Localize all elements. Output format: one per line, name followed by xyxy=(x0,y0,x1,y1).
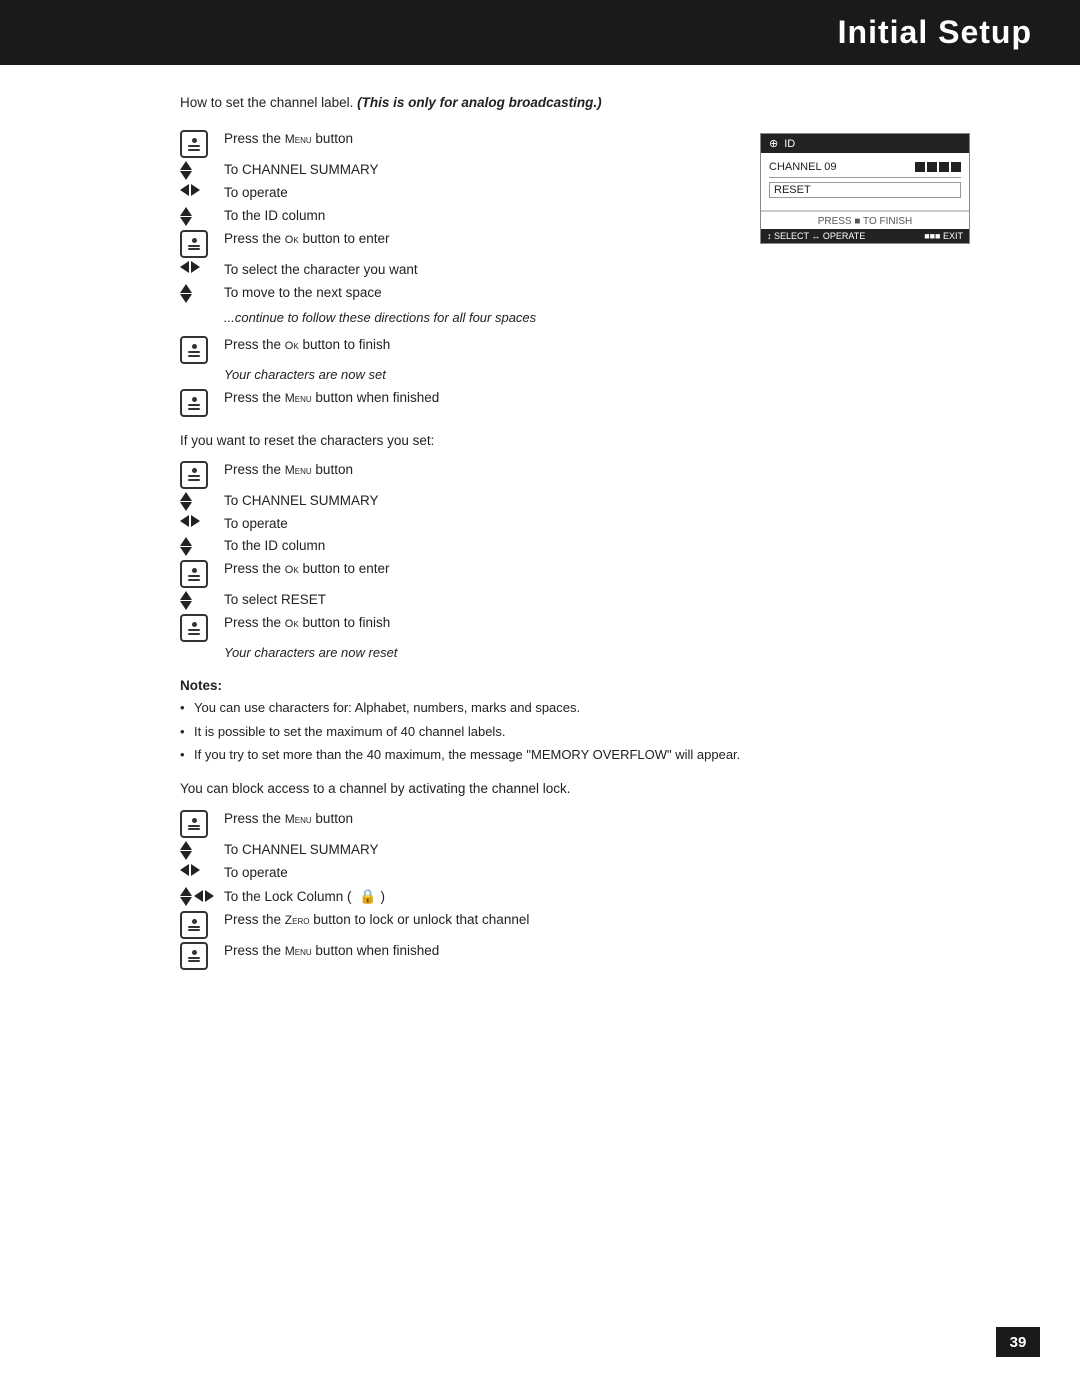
remote-icon-r2 xyxy=(180,559,224,588)
lock-step-text-5: Press the Zero button to lock or unlock … xyxy=(224,910,980,931)
lock-step-text-2: To CHANNEL SUMMARY xyxy=(224,840,980,861)
arrow-leftright-icon-2 xyxy=(180,260,224,273)
arrow-leftright-l1 xyxy=(180,863,224,876)
lock-step-zero: Press the Zero button to lock or unlock … xyxy=(180,910,980,939)
arrow-leftright-r1 xyxy=(180,514,224,527)
reset-step-summary: To CHANNEL SUMMARY xyxy=(180,491,980,512)
reset-step-text-6: To select RESET xyxy=(224,590,980,611)
tv-screen-mockup: ⊕ ID CHANNEL 09 xyxy=(760,129,980,419)
step-next-space: To move to the next space xyxy=(180,283,730,304)
arrow-leftright-icon-1 xyxy=(180,183,224,196)
reset-step-ok-finish: Press the Ok button to finish xyxy=(180,613,980,642)
arrow-updown-r2 xyxy=(180,536,224,556)
lock-step-text-4: To the Lock Column ( 🔒 ) xyxy=(224,886,980,908)
lock-step-menu-finished: Press the Menu button when finished xyxy=(180,941,980,970)
step-id-column: To the ID column xyxy=(180,206,730,227)
screen-channel-row: CHANNEL 09 xyxy=(769,159,961,178)
notes-item-1: You can use characters for: Alphabet, nu… xyxy=(180,698,980,718)
notes-list: You can use characters for: Alphabet, nu… xyxy=(180,698,980,765)
step-channel-summary: To CHANNEL SUMMARY xyxy=(180,160,730,181)
lock-step-lock-col: To the Lock Column ( 🔒 ) xyxy=(180,886,980,908)
tv-screen: ⊕ ID CHANNEL 09 xyxy=(760,133,970,244)
lock-step-menu: Press the Menu button xyxy=(180,809,980,838)
page-number: 39 xyxy=(996,1327,1040,1357)
chars-set-note: Your characters are now set xyxy=(224,367,730,382)
arrow-updown-r1 xyxy=(180,491,224,511)
page-wrapper: Initial Setup How to set the channel lab… xyxy=(0,0,1080,1397)
step-text-4: To the ID column xyxy=(224,206,730,227)
remote-icon-2 xyxy=(180,229,224,258)
two-col-layout: Press the Menu button To CHANNEL SUMMARY xyxy=(180,129,980,419)
notes-item-3: If you try to set more than the 40 maxim… xyxy=(180,745,980,765)
step-menu-finished: Press the Menu button when finished xyxy=(180,388,730,417)
notes-item-2: It is possible to set the maximum of 40 … xyxy=(180,722,980,742)
arrow-updown-r3 xyxy=(180,590,224,610)
arrows-all-l1 xyxy=(180,886,224,906)
lock-step-text-3: To operate xyxy=(224,863,980,884)
reset-step-text-7: Press the Ok button to finish xyxy=(224,613,980,634)
press-finish: PRESS ■ TO FINISH xyxy=(761,211,969,229)
instructions-col: Press the Menu button To CHANNEL SUMMARY xyxy=(180,129,730,419)
reset-step-select-reset: To select RESET xyxy=(180,590,980,611)
remote-icon-r3 xyxy=(180,613,224,642)
step-text-3: To operate xyxy=(224,183,730,204)
step-select-char: To select the character you want xyxy=(180,260,730,281)
step-ok-enter: Press the Ok button to enter xyxy=(180,229,730,258)
reset-step-text-4: To the ID column xyxy=(224,536,980,557)
step-text-2: To CHANNEL SUMMARY xyxy=(224,160,730,181)
step-press-menu: Press the Menu button xyxy=(180,129,730,158)
step-text-1: Press the Menu button xyxy=(224,129,730,150)
remote-icon-3 xyxy=(180,335,224,364)
content-area: How to set the channel label. (This is o… xyxy=(0,93,1080,1032)
page-title: Initial Setup xyxy=(0,14,1032,51)
step-text-7: To move to the next space xyxy=(224,283,730,304)
step-text-ok-finish: Press the Ok button to finish xyxy=(224,335,730,356)
reset-step-ok-enter: Press the Ok button to enter xyxy=(180,559,980,588)
step-text-menu-finished: Press the Menu button when finished xyxy=(224,388,730,409)
arrow-updown-l1 xyxy=(180,840,224,860)
continue-note: ...continue to follow these directions f… xyxy=(224,308,730,328)
screen-bottom-bar: ↕ SELECT ↔ OPERATE ■■■ EXIT xyxy=(761,229,969,243)
arrow-updown-icon-3 xyxy=(180,283,224,303)
lock-intro: You can block access to a channel by act… xyxy=(180,779,980,799)
reset-step-text-5: Press the Ok button to enter xyxy=(224,559,980,580)
remote-icon-l2 xyxy=(180,910,224,939)
reset-intro: If you want to reset the characters you … xyxy=(180,431,980,451)
lock-icon: 🔒 xyxy=(359,886,376,908)
remote-icon-1 xyxy=(180,129,224,158)
step-text-5: Press the Ok button to enter xyxy=(224,229,730,250)
step-operate: To operate xyxy=(180,183,730,204)
remote-icon-l1 xyxy=(180,809,224,838)
intro-text: How to set the channel label. (This is o… xyxy=(180,93,980,113)
step-text-6: To select the character you want xyxy=(224,260,730,281)
screen-reset: RESET xyxy=(769,182,961,198)
screen-body: CHANNEL 09 RESET xyxy=(761,153,969,211)
arrow-updown-icon-1 xyxy=(180,160,224,180)
reset-step-text-1: Press the Menu button xyxy=(224,460,980,481)
lock-step-operate: To operate xyxy=(180,863,980,884)
reset-step-text-2: To CHANNEL SUMMARY xyxy=(224,491,980,512)
lock-step-text-1: Press the Menu button xyxy=(224,809,980,830)
remote-icon-4 xyxy=(180,388,224,417)
channel-blocks xyxy=(915,162,961,172)
reset-step-id: To the ID column xyxy=(180,536,980,557)
title-bar: Initial Setup xyxy=(0,0,1080,65)
lock-step-summary: To CHANNEL SUMMARY xyxy=(180,840,980,861)
screen-title-bar: ⊕ ID xyxy=(761,134,969,153)
remote-icon-r1 xyxy=(180,460,224,489)
reset-step-operate: To operate xyxy=(180,514,980,535)
notes-title: Notes: xyxy=(180,678,980,693)
arrow-updown-icon-2 xyxy=(180,206,224,226)
remote-icon-l3 xyxy=(180,941,224,970)
reset-step-text-3: To operate xyxy=(224,514,980,535)
step-ok-finish: Press the Ok button to finish xyxy=(180,335,730,364)
lock-step-text-6: Press the Menu button when finished xyxy=(224,941,980,962)
chars-reset-note: Your characters are now reset xyxy=(224,645,980,660)
reset-step-menu: Press the Menu button xyxy=(180,460,980,489)
notes-section: Notes: You can use characters for: Alpha… xyxy=(180,678,980,765)
